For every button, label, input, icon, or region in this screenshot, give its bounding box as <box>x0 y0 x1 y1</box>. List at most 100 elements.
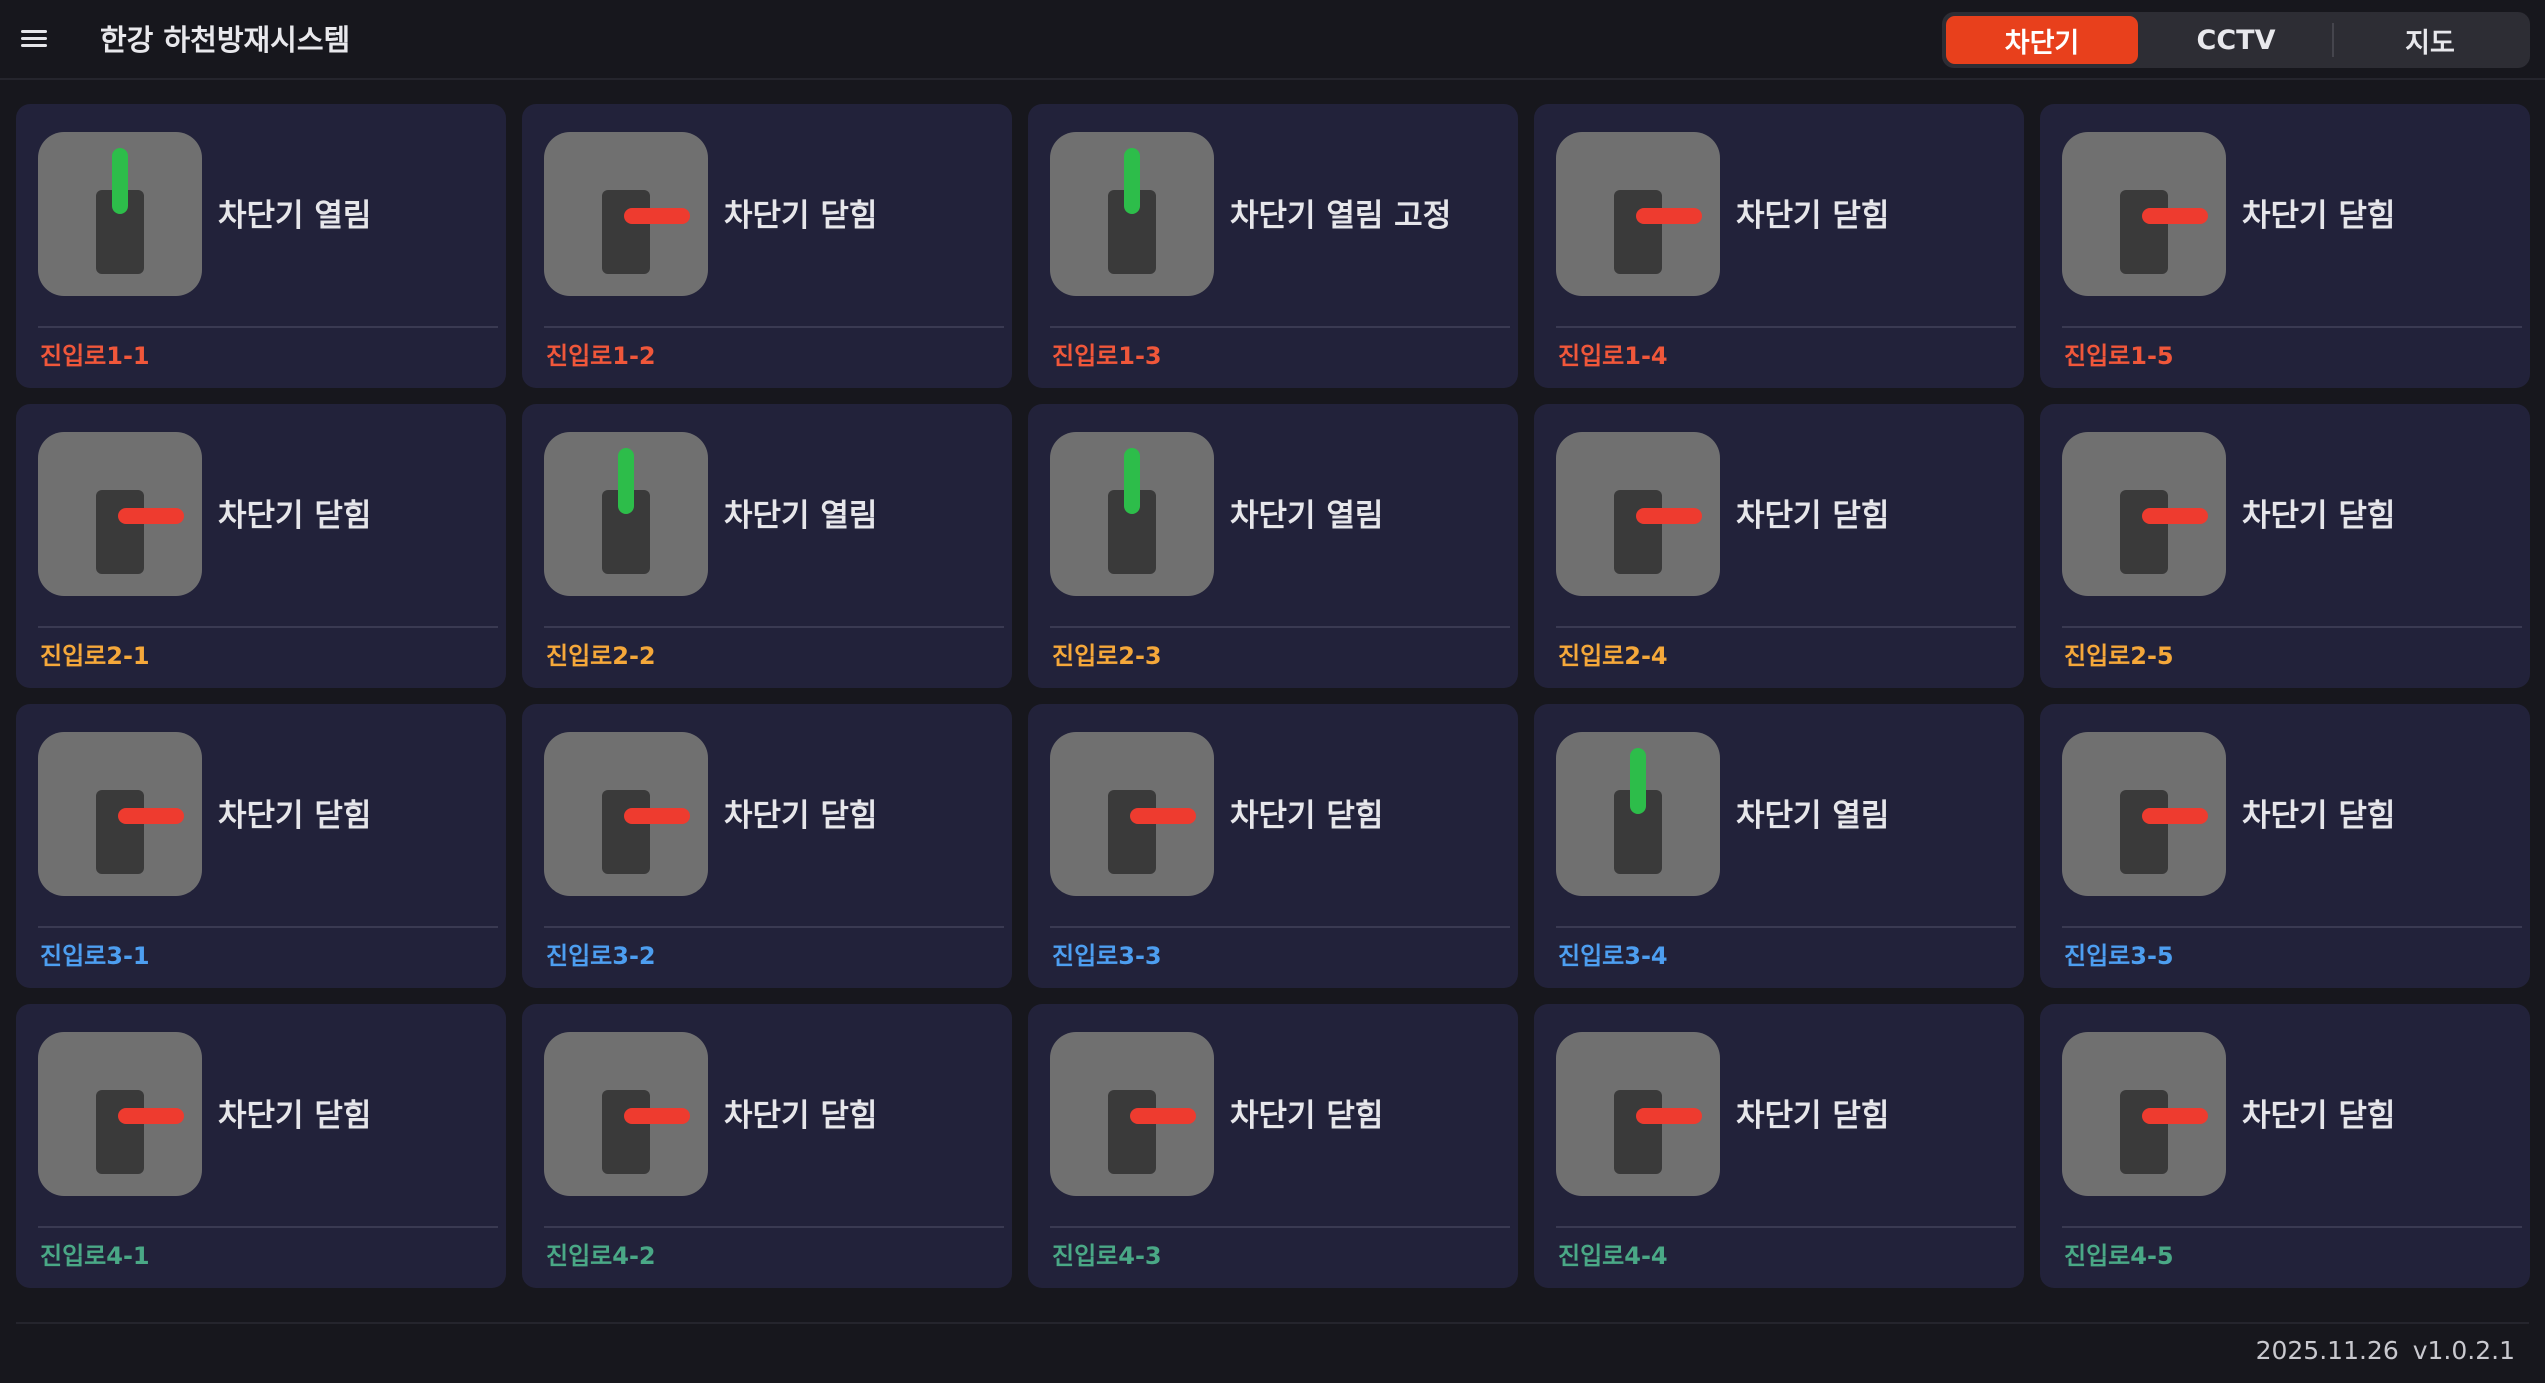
gate-card[interactable]: 차단기 닫힘진입로3-3 <box>1028 704 1518 988</box>
card-divider <box>38 626 498 628</box>
gate-open-icon <box>1556 732 1720 896</box>
gate-status-text: 차단기 닫힘 <box>218 498 372 534</box>
gate-location-label: 진입로3-5 <box>2064 942 2174 970</box>
gate-post-shape <box>2120 490 2168 574</box>
gate-closed-icon <box>38 732 202 896</box>
gate-open-icon <box>544 432 708 596</box>
gate-location-label: 진입로4-2 <box>546 1242 656 1270</box>
gate-closed-icon <box>1556 1032 1720 1196</box>
card-divider <box>2062 1226 2522 1228</box>
tab-map[interactable]: 지도 <box>2334 16 2526 64</box>
gate-arm-shape <box>2142 808 2208 824</box>
tab-gate[interactable]: 차단기 <box>1946 16 2138 64</box>
footer-date: 2025.11.26 <box>2255 1336 2399 1365</box>
gate-status-text: 차단기 닫힘 <box>218 1098 372 1134</box>
card-divider <box>38 326 498 328</box>
gate-post-shape <box>2120 790 2168 874</box>
gate-location-label: 진입로3-3 <box>1052 942 1162 970</box>
gate-location-label: 진입로1-4 <box>1558 342 1668 370</box>
gate-arm-shape <box>1636 1108 1702 1124</box>
gate-card[interactable]: 차단기 닫힘 진입로1-2 <box>522 104 1012 388</box>
gate-card[interactable]: 차단기 닫힘 진입로4-3 <box>1028 1004 1518 1288</box>
tab-cctv[interactable]: CCTV <box>2140 16 2332 64</box>
gate-card[interactable]: 차단기 열림진입로1-1 <box>16 104 506 388</box>
card-divider <box>1050 1226 1510 1228</box>
gate-status-text: 차단기 닫힘 <box>1736 498 1890 534</box>
gate-status-text: 차단기 열림 <box>1230 498 1384 534</box>
gate-status-text: 차단기 닫힘 <box>218 798 372 834</box>
gate-status-text: 차단기 열림 <box>724 498 878 534</box>
gate-card[interactable]: 차단기 열림 진입로2-3 <box>1028 404 1518 688</box>
footer-divider <box>16 1322 2529 1324</box>
gate-closed-icon <box>2062 432 2226 596</box>
gate-arm-shape <box>624 808 690 824</box>
gate-post-shape <box>96 790 144 874</box>
gate-closed-icon <box>38 432 202 596</box>
gate-location-label: 진입로1-3 <box>1052 342 1162 370</box>
gate-card[interactable]: 차단기 닫힘 진입로3-1 <box>16 704 506 988</box>
footer-info: 2025.11.26 v1.0.2.1 <box>2256 1334 2515 1368</box>
gate-open-icon <box>1050 432 1214 596</box>
gate-status-text: 차단기 열림 <box>218 198 372 234</box>
gate-card[interactable]: 차단기 닫힘 진입로1-5 <box>2040 104 2530 388</box>
gate-status-text: 차단기 닫힘 <box>1230 798 1384 834</box>
gate-arm-shape <box>1124 448 1140 514</box>
gate-arm-shape <box>1636 508 1702 524</box>
gate-arm-shape <box>1630 748 1646 814</box>
gate-card-grid: 차단기 열림 진입로1-1 차단기 닫힘 진입로1-2 차단기 열림 고정 진입로1-3 차… <box>16 104 2530 1288</box>
gate-post-shape <box>1108 790 1156 874</box>
card-divider <box>1556 626 2016 628</box>
gate-location-label: 진입로2-2 <box>546 642 656 670</box>
card-divider <box>1050 926 1510 928</box>
gate-status-text: 차단기 닫힘 <box>1736 198 1890 234</box>
gate-arm-shape <box>118 808 184 824</box>
gate-card[interactable]: 차단기 닫힘진입로1-4 <box>1534 104 2024 388</box>
gate-post-shape <box>2120 190 2168 274</box>
gate-card[interactable]: 차단기 닫힘 진입로3-5 <box>2040 704 2530 988</box>
gate-post-shape <box>602 1090 650 1174</box>
app-title: 한강 하천방재시스템 <box>100 23 351 57</box>
gate-location-label: 진입로1-1 <box>40 342 150 370</box>
gate-card[interactable]: 차단기 닫힘 진입로2-1 <box>16 404 506 688</box>
card-divider <box>1556 326 2016 328</box>
gate-post-shape <box>1614 190 1662 274</box>
gate-status-text: 차단기 닫힘 <box>1230 1098 1384 1134</box>
gate-arm-shape <box>1130 808 1196 824</box>
gate-arm-shape <box>624 208 690 224</box>
card-divider <box>38 926 498 928</box>
gate-card[interactable]: 차단기 닫힘 진입로2-4 <box>1534 404 2024 688</box>
gate-post-shape <box>602 790 650 874</box>
gate-arm-shape <box>2142 508 2208 524</box>
gate-status-text: 차단기 닫힘 <box>724 1098 878 1134</box>
gate-card[interactable]: 차단기 열림 고정진입로1-3 <box>1028 104 1518 388</box>
gate-location-label: 진입로4-5 <box>2064 1242 2174 1270</box>
gate-open-icon <box>1050 132 1214 296</box>
gate-card[interactable]: 차단기 닫힘진입로4-1 <box>16 1004 506 1288</box>
gate-arm-shape <box>618 448 634 514</box>
gate-status-text: 차단기 닫힘 <box>2242 498 2396 534</box>
gate-status-text: 차단기 열림 고정 <box>1230 198 1452 234</box>
hamburger-menu-icon[interactable] <box>18 26 50 52</box>
app-header: 한강 하천방재시스템 차단기 CCTV 지도 <box>0 0 2545 80</box>
gate-open-icon <box>38 132 202 296</box>
gate-closed-icon <box>1556 432 1720 596</box>
gate-card[interactable]: 차단기 닫힘 진입로4-5 <box>2040 1004 2530 1288</box>
gate-card[interactable]: 차단기 닫힘 진입로3-2 <box>522 704 1012 988</box>
card-divider <box>544 326 1004 328</box>
view-tab-group: 차단기 CCTV 지도 <box>1942 12 2530 68</box>
gate-card[interactable]: 차단기 열림진입로2-2 <box>522 404 1012 688</box>
gate-location-label: 진입로4-1 <box>40 1242 150 1270</box>
gate-arm-shape <box>624 1108 690 1124</box>
gate-card[interactable]: 차단기 닫힘 진입로4-4 <box>1534 1004 2024 1288</box>
card-divider <box>2062 626 2522 628</box>
gate-closed-icon <box>38 1032 202 1196</box>
gate-status-text: 차단기 닫힘 <box>2242 198 2396 234</box>
gate-arm-shape <box>2142 208 2208 224</box>
gate-arm-shape <box>1124 148 1140 214</box>
gate-closed-icon <box>2062 1032 2226 1196</box>
gate-card[interactable]: 차단기 닫힘 진입로2-5 <box>2040 404 2530 688</box>
gate-closed-icon <box>544 1032 708 1196</box>
gate-arm-shape <box>118 508 184 524</box>
gate-card[interactable]: 차단기 열림 진입로3-4 <box>1534 704 2024 988</box>
gate-card[interactable]: 차단기 닫힘진입로4-2 <box>522 1004 1012 1288</box>
